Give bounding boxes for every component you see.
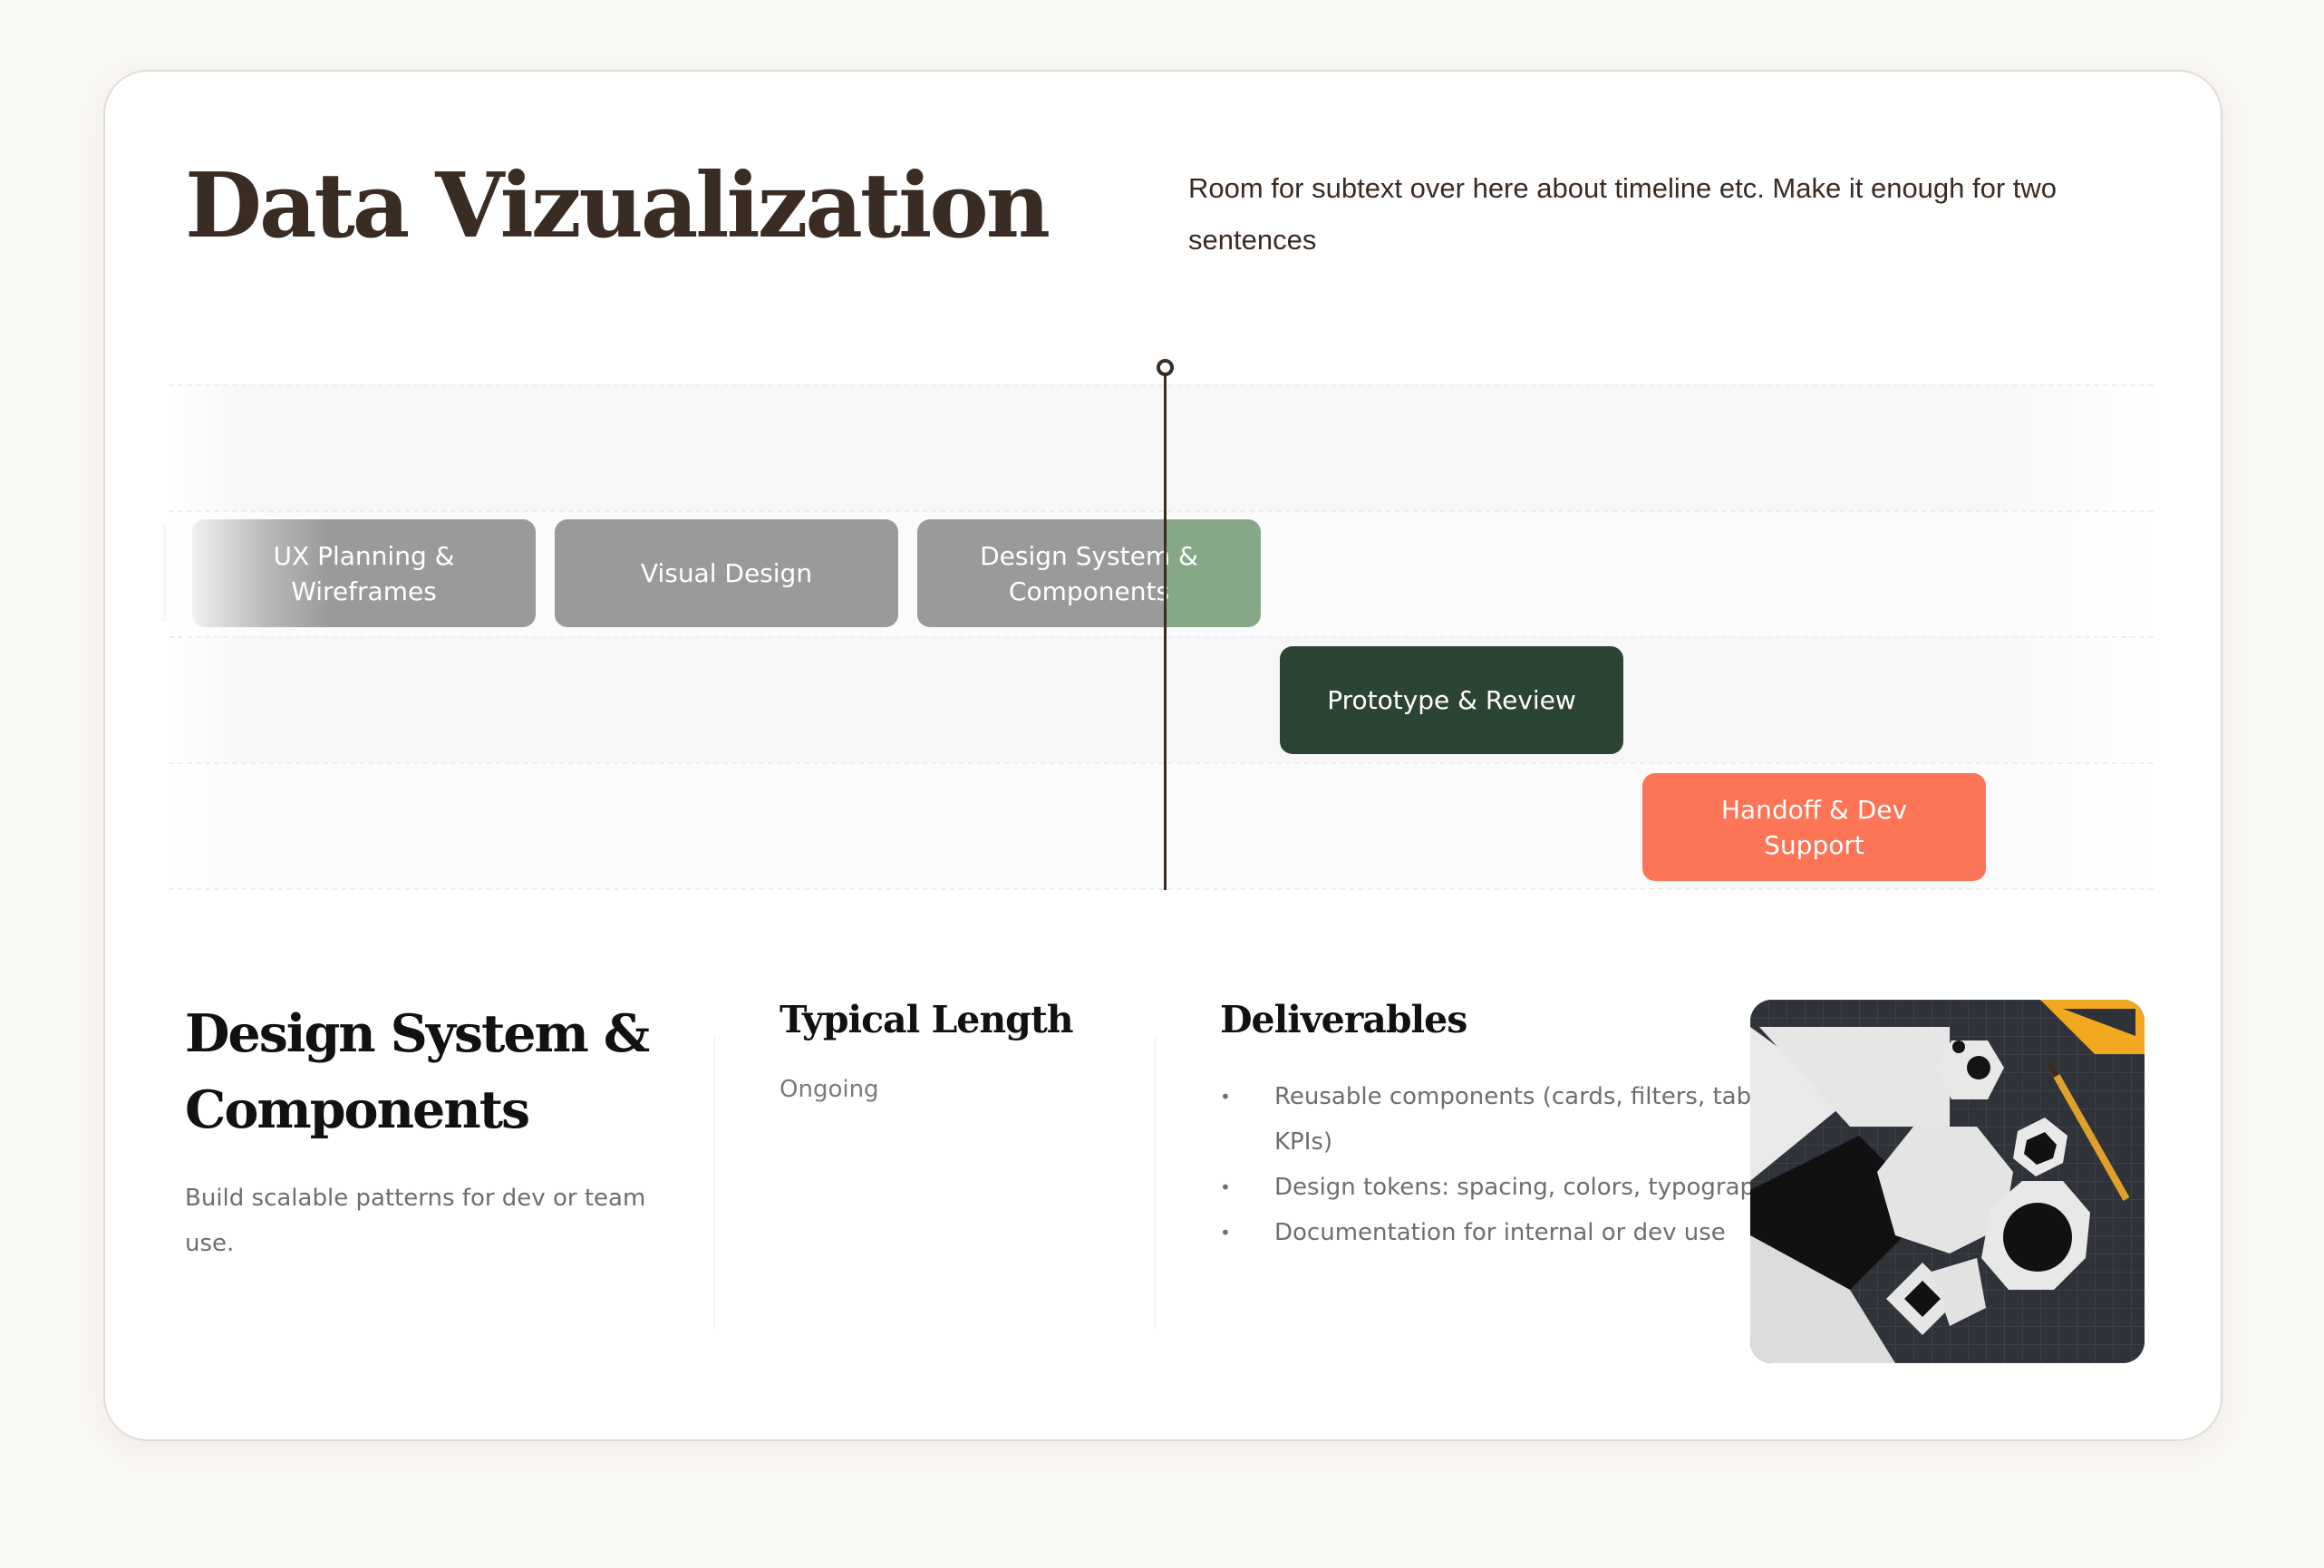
typical-length-heading: Typical Length <box>780 998 1074 1041</box>
phase-ux-planning[interactable]: UX Planning & Wireframes <box>192 519 536 627</box>
bullet-icon: • <box>1220 1176 1231 1198</box>
column-divider <box>714 1037 715 1329</box>
selected-phase-description: Build scalable patterns for dev or team … <box>185 1185 646 1257</box>
bullet-icon: • <box>1220 1222 1231 1244</box>
timeline-row <box>169 384 2154 510</box>
bullet-icon: • <box>1220 1086 1231 1108</box>
phase-label: Prototype & Review <box>1327 685 1576 715</box>
phase-prototype-review[interactable]: Prototype & Review <box>1280 646 1623 754</box>
phase-handoff[interactable]: Handoff & Dev Support <box>1642 773 1986 881</box>
geometric-shapes-image <box>1750 1000 2145 1363</box>
selected-phase-title: Design System & Components <box>185 1003 650 1140</box>
deliverables-heading: Deliverables <box>1220 998 1467 1041</box>
phase-design-system[interactable]: Design System & Components <box>917 519 1261 627</box>
phase-card: Data Vizualization Room for subtext over… <box>103 70 2222 1441</box>
current-time-handle[interactable] <box>1157 359 1174 376</box>
timeline-row-end <box>169 888 2154 890</box>
deliverable-text: Documentation for internal or dev use <box>1274 1219 1726 1246</box>
offscreen-phase-stub <box>160 523 167 623</box>
phase-visual-design[interactable]: Visual Design <box>555 519 898 627</box>
deliverable-text: Design tokens: spacing, colors, typograp… <box>1274 1174 1784 1201</box>
phase-label: Visual Design <box>640 558 813 588</box>
geometric-shapes-illustration <box>1750 1000 2145 1363</box>
deliverable-text: Reusable components (cards, filters, tab… <box>1274 1083 1793 1156</box>
column-divider <box>1155 1037 1156 1329</box>
phase-label: Design System & Components <box>980 540 1198 606</box>
phase-label: UX Planning & Wireframes <box>273 540 455 606</box>
phase-label: Handoff & Dev Support <box>1720 794 1908 860</box>
timeline-row <box>169 636 2154 762</box>
current-time-marker[interactable] <box>1164 366 1167 890</box>
typical-length-value: Ongoing <box>780 1076 879 1103</box>
